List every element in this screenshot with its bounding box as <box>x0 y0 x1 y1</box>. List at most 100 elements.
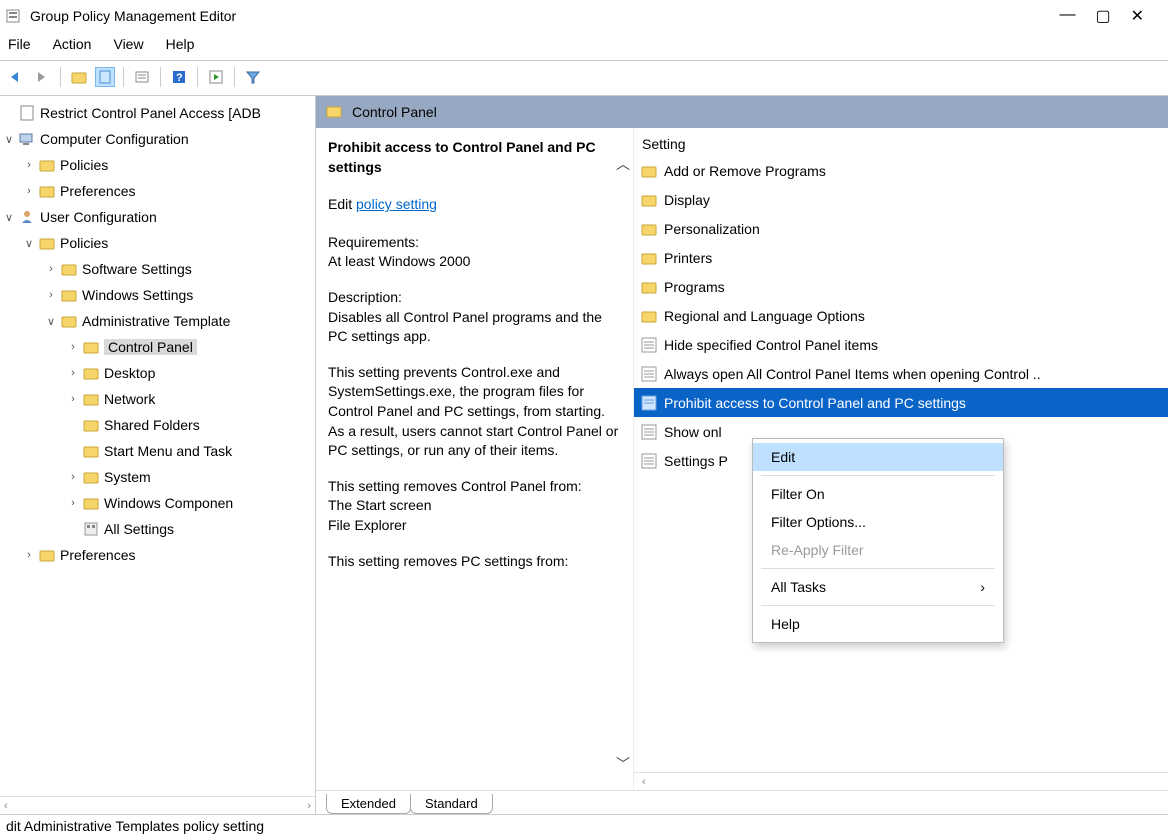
list-item[interactable]: Always open All Control Panel Items when… <box>634 359 1168 388</box>
list-item[interactable]: Display <box>634 185 1168 214</box>
list-item[interactable]: Add or Remove Programs <box>634 156 1168 185</box>
tree-shared-folders[interactable]: Shared Folders <box>0 412 315 438</box>
edit-prefix: Edit <box>328 196 356 212</box>
tab-extended[interactable]: Extended <box>326 794 411 814</box>
folder-icon <box>82 468 100 486</box>
scroll-left-icon[interactable]: ‹ <box>4 800 8 812</box>
description-p1: Disables all Control Panel programs and … <box>328 309 602 345</box>
context-filter-on[interactable]: Filter On <box>753 480 1003 508</box>
forward-button[interactable] <box>32 67 52 87</box>
edit-policy-link[interactable]: policy setting <box>356 196 437 212</box>
tree-comp-policies[interactable]: › Policies <box>0 152 315 178</box>
scroll-left-icon[interactable]: ‹ <box>642 776 646 788</box>
list-item[interactable]: Printers <box>634 243 1168 272</box>
setting-item-icon <box>640 365 658 383</box>
tab-standard[interactable]: Standard <box>410 794 493 814</box>
filter-icon[interactable] <box>243 67 263 87</box>
tree-all-settings[interactable]: All Settings <box>0 516 315 542</box>
menu-file[interactable]: File <box>8 36 31 52</box>
folder-icon <box>38 234 56 252</box>
toolbar-help-icon[interactable]: ? <box>169 67 189 87</box>
description-p3: This setting removes Control Panel from: <box>328 478 582 494</box>
tree-root[interactable]: Restrict Control Panel Access [ADB <box>0 100 315 126</box>
tree-user-config[interactable]: ∨ User Configuration <box>0 204 315 230</box>
requirements-label: Requirements: <box>328 234 419 250</box>
folder-icon <box>38 156 56 174</box>
setting-title: Prohibit access to Control Panel and PC … <box>328 138 621 177</box>
status-bar: dit Administrative Templates policy sett… <box>0 814 1168 836</box>
context-help[interactable]: Help <box>753 610 1003 638</box>
list-item[interactable]: Personalization <box>634 214 1168 243</box>
list-header[interactable]: Setting <box>634 128 1168 156</box>
app-icon <box>4 7 22 25</box>
context-all-tasks[interactable]: All Tasks› <box>753 573 1003 601</box>
tree-software-settings[interactable]: › Software Settings <box>0 256 315 282</box>
menu-help[interactable]: Help <box>166 36 195 52</box>
list-horizontal-scrollbar[interactable]: ‹ <box>634 772 1168 790</box>
folder-icon <box>38 546 56 564</box>
scroll-up-icon[interactable]: ︿ <box>616 154 630 174</box>
tree-computer-config[interactable]: ∨ Computer Configuration <box>0 126 315 152</box>
list-item[interactable]: Programs <box>634 272 1168 301</box>
scroll-right-icon[interactable]: › <box>307 800 311 812</box>
back-button[interactable] <box>6 67 26 87</box>
list-item[interactable]: Regional and Language Options <box>634 301 1168 330</box>
list-item-selected[interactable]: Prohibit access to Control Panel and PC … <box>634 388 1168 417</box>
menu-action[interactable]: Action <box>53 36 92 52</box>
tree-admin-templates[interactable]: ∨ Administrative Template <box>0 308 315 334</box>
maximize-button[interactable]: ▢ <box>1095 6 1110 26</box>
description-label: Description: <box>328 289 402 305</box>
tree-network[interactable]: › Network <box>0 386 315 412</box>
user-icon <box>18 208 36 226</box>
tree-windows-settings[interactable]: › Windows Settings <box>0 282 315 308</box>
toolbar-list-icon[interactable] <box>132 67 152 87</box>
tree-control-panel[interactable]: › Control Panel <box>0 334 315 360</box>
tree-panel: Restrict Control Panel Access [ADB ∨ Com… <box>0 96 316 814</box>
setting-item-icon <box>640 423 658 441</box>
setting-item-icon <box>640 394 658 412</box>
folder-icon <box>60 260 78 278</box>
tree-horizontal-scrollbar[interactable]: ‹› <box>0 796 315 814</box>
title-bar: Group Policy Management Editor — ▢ ✕ <box>0 0 1168 32</box>
folder-icon <box>640 191 658 209</box>
tree-user-policies[interactable]: ∨ Policies <box>0 230 315 256</box>
menu-bar: File Action View Help <box>0 32 1168 60</box>
close-button[interactable]: ✕ <box>1131 6 1144 26</box>
folder-icon <box>60 312 78 330</box>
submenu-arrow-icon: › <box>980 579 985 595</box>
toolbar-properties-icon[interactable] <box>95 67 115 87</box>
tree-desktop[interactable]: › Desktop <box>0 360 315 386</box>
setting-item-icon <box>640 336 658 354</box>
settings-icon <box>82 520 100 538</box>
content-header: Control Panel <box>316 96 1168 128</box>
minimize-button[interactable]: — <box>1059 6 1075 26</box>
folder-icon <box>82 442 100 460</box>
list-item[interactable]: Hide specified Control Panel items <box>634 330 1168 359</box>
requirements-value: At least Windows 2000 <box>328 253 470 269</box>
context-filter-options[interactable]: Filter Options... <box>753 508 1003 536</box>
window-title: Group Policy Management Editor <box>30 8 1059 24</box>
menu-view[interactable]: View <box>113 36 143 52</box>
view-tabs: Extended Standard <box>316 790 1168 814</box>
tree-comp-prefs[interactable]: › Preferences <box>0 178 315 204</box>
content-panel: Control Panel Prohibit access to Control… <box>316 96 1168 814</box>
description-p2: This setting prevents Control.exe and Sy… <box>328 363 621 461</box>
tree-start-menu[interactable]: Start Menu and Task <box>0 438 315 464</box>
folder-icon <box>82 416 100 434</box>
scroll-down-icon[interactable]: ﹀ <box>616 754 630 774</box>
svg-text:?: ? <box>176 72 183 84</box>
folder-icon <box>640 307 658 325</box>
context-reapply-filter: Re-Apply Filter <box>753 536 1003 564</box>
toolbar-folder-icon[interactable] <box>69 67 89 87</box>
tree-user-prefs[interactable]: › Preferences <box>0 542 315 568</box>
tree-win-components[interactable]: › Windows Componen <box>0 490 315 516</box>
folder-icon <box>82 338 100 356</box>
tree-system[interactable]: › System <box>0 464 315 490</box>
toolbar-play-icon[interactable] <box>206 67 226 87</box>
context-edit[interactable]: Edit <box>753 443 1003 471</box>
content-header-title: Control Panel <box>352 104 437 120</box>
setting-item-icon <box>640 452 658 470</box>
vertical-scrollbar[interactable]: ︿ ﹀ <box>614 154 632 774</box>
description-p3a: The Start screen <box>328 497 432 513</box>
status-text: dit Administrative Templates policy sett… <box>6 818 264 834</box>
